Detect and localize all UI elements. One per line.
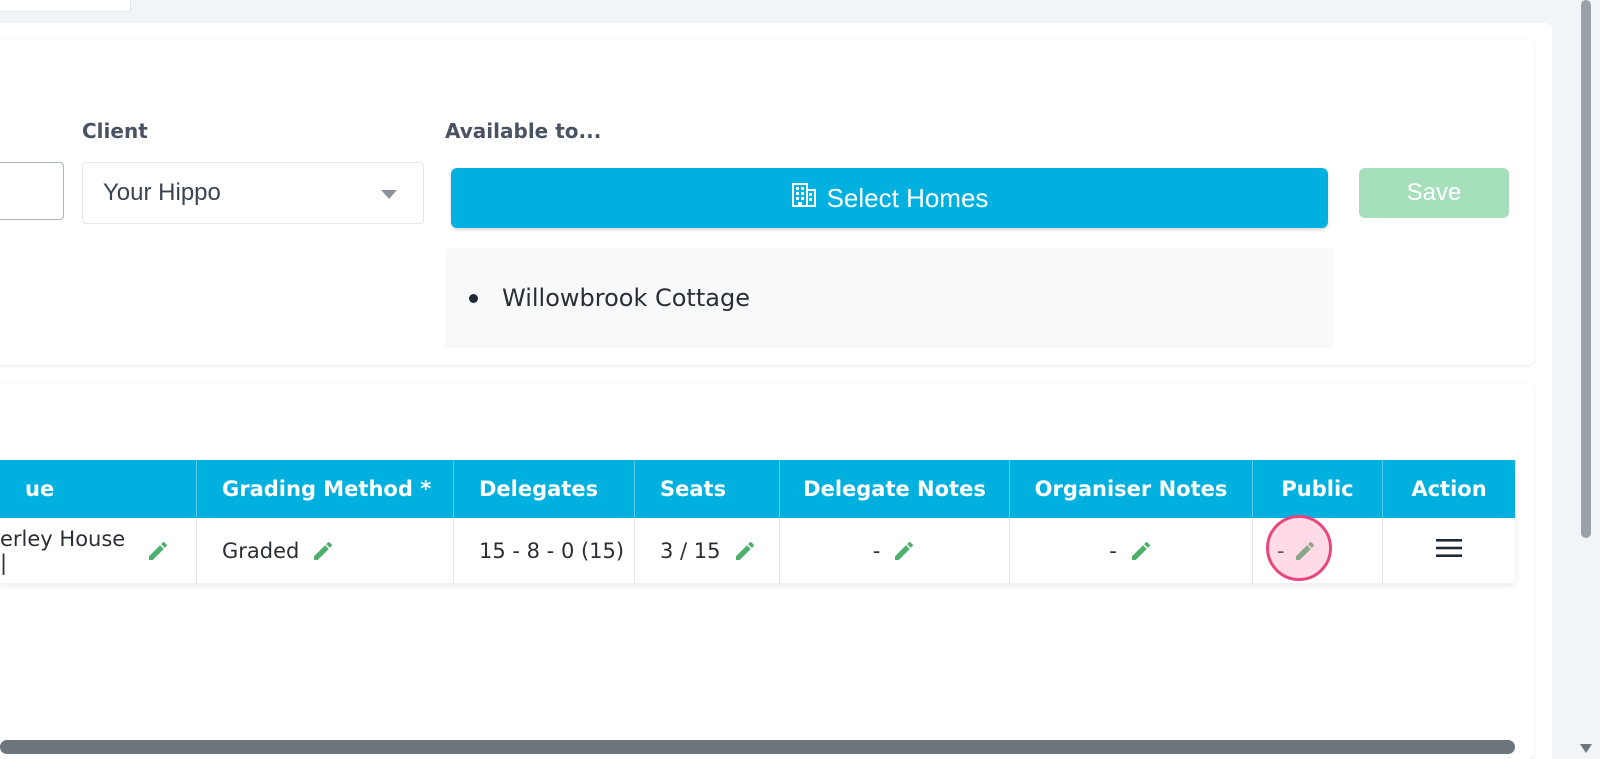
available-to-label: Available to... [445, 119, 602, 143]
column-header-organiser-notes[interactable]: Organiser Notes [1010, 460, 1253, 518]
client-label: Client [82, 119, 148, 143]
select-homes-button[interactable]: Select Homes [451, 168, 1328, 228]
cell-grading-method: Graded [197, 518, 454, 583]
scroll-down-arrow-icon[interactable] [1580, 744, 1592, 753]
horizontal-scrollbar[interactable] [0, 740, 1515, 754]
home-name: Willowbrook Cottage [502, 284, 750, 312]
cell-delegates: 15 - 8 - 0 (15) [454, 518, 635, 583]
pencil-icon[interactable] [1129, 539, 1153, 563]
building-icon [791, 182, 817, 215]
venue-value: erley House | [0, 526, 126, 575]
select-homes-label: Select Homes [826, 182, 989, 213]
top-tab[interactable] [0, 0, 131, 12]
client-select[interactable]: Your Hippo [82, 162, 424, 224]
delegate-notes-value: - [872, 538, 881, 563]
column-header-public[interactable]: Public [1253, 460, 1383, 518]
cell-seats: 3 / 15 [635, 518, 780, 583]
client-select-value: Your Hippo [103, 179, 221, 206]
pencil-icon[interactable] [311, 539, 335, 563]
table-row: erley House | Graded 15 - 8 - 0 (15) 3 /… [0, 518, 1515, 583]
text-input[interactable] [0, 162, 64, 220]
column-header-seats[interactable]: Seats [635, 460, 780, 518]
column-header-delegate-notes[interactable]: Delegate Notes [780, 460, 1010, 518]
grading-value: Graded [222, 538, 300, 563]
vertical-scrollbar-thumb[interactable] [1581, 0, 1591, 538]
cell-action [1383, 518, 1515, 583]
column-header-venue[interactable]: ue [0, 460, 197, 518]
hamburger-menu-icon[interactable] [1436, 538, 1462, 563]
cell-organiser-notes: - [1010, 518, 1253, 583]
delegates-value: 15 - 8 - 0 (15) [479, 538, 625, 563]
table-header: ue Grading Method * Delegates Seats Dele… [0, 460, 1515, 518]
pencil-icon[interactable] [1293, 539, 1317, 563]
bullet-icon [469, 293, 478, 303]
organiser-notes-value: - [1109, 538, 1117, 563]
cell-delegate-notes: - [780, 518, 1010, 583]
seats-value: 3 / 15 [660, 538, 721, 563]
caret-down-icon [381, 190, 397, 199]
public-value: - [1277, 538, 1285, 563]
selected-homes-list: Willowbrook Cottage [445, 248, 1334, 348]
column-header-action: Action [1411, 477, 1487, 501]
list-item: Willowbrook Cottage [469, 284, 750, 312]
pencil-icon[interactable] [733, 539, 757, 563]
pencil-icon[interactable] [146, 539, 170, 563]
save-button[interactable]: Save [1359, 168, 1509, 218]
column-header-delegates[interactable]: Delegates [454, 460, 635, 518]
cell-venue: erley House | [0, 518, 197, 583]
column-header-grading-method[interactable]: Grading Method * [197, 460, 454, 518]
pencil-icon[interactable] [892, 539, 916, 563]
cell-public: - [1253, 518, 1383, 583]
sessions-table: ue Grading Method * Delegates Seats Dele… [0, 460, 1515, 583]
